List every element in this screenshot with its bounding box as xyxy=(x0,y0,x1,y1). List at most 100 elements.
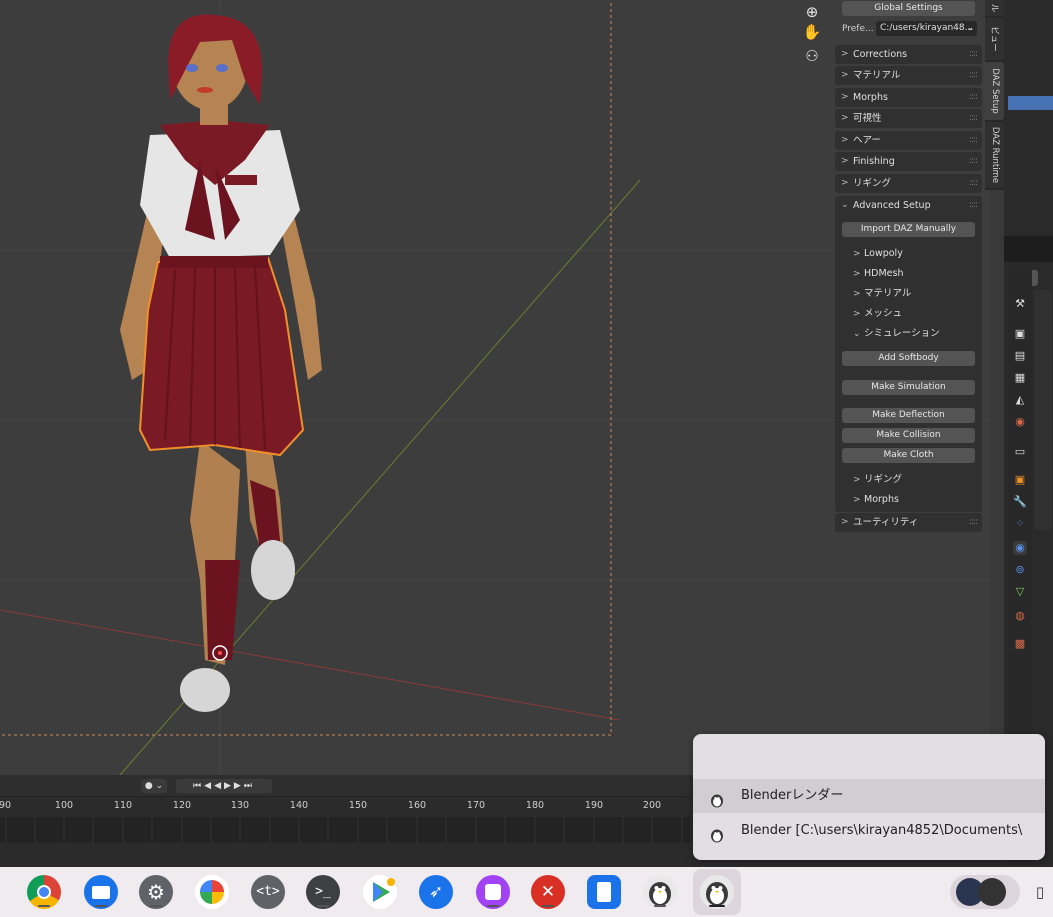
chevron-down-icon: ⌄ xyxy=(966,23,974,33)
tab-label: ル xyxy=(988,3,999,13)
object-icon[interactable]: ▣ xyxy=(1013,473,1027,487)
section-hair[interactable]: > ヘアー:::: xyxy=(835,131,982,150)
frame-ruler[interactable]: 90 100 110 120 130 140 150 160 170 180 1… xyxy=(0,797,690,817)
keyframe-track[interactable] xyxy=(0,817,690,843)
section-morphs[interactable]: > Morphs:::: xyxy=(835,88,982,107)
sub-label: Morphs xyxy=(864,494,899,505)
mesh-data-icon[interactable]: ▽ xyxy=(1013,585,1027,599)
window-item-blender-render[interactable]: Blenderレンダー xyxy=(693,779,1045,813)
texture-icon[interactable]: ▩ xyxy=(1013,637,1027,651)
sub-label: Lowpoly xyxy=(864,248,903,259)
section-material[interactable]: > マテリアル:::: xyxy=(835,66,982,85)
tab-daz-setup[interactable]: DAZ Setup xyxy=(985,62,1004,120)
sub-lowpoly[interactable]: > Lowpoly xyxy=(849,245,982,263)
window-item-label: Blender [C:\users\kirayan4852\Documents\ xyxy=(741,823,1023,838)
chrome-icon[interactable] xyxy=(27,875,61,909)
chevron-right-icon: > xyxy=(853,249,861,259)
holding-space-thumbnail xyxy=(978,878,1006,906)
preferences-path-dropdown[interactable]: C:/users/kirayan48... ⌄ xyxy=(876,21,977,36)
text-editor-icon[interactable]: <t> xyxy=(251,875,285,909)
gallery-icon[interactable] xyxy=(476,875,510,909)
tab-label: DAZ Runtime xyxy=(989,126,1000,184)
global-settings-button[interactable]: Global Settings xyxy=(842,1,975,16)
section-advanced-setup[interactable]: ⌄ Advanced Setup:::: xyxy=(835,196,982,215)
section-rigging[interactable]: > リギング:::: xyxy=(835,174,982,193)
sub-rigging[interactable]: > リギング xyxy=(849,471,982,489)
sub-mesh[interactable]: > メッシュ xyxy=(849,305,982,323)
remote-desktop-icon[interactable]: ✕ xyxy=(531,875,565,909)
sub-material[interactable]: > マテリアル xyxy=(849,285,982,303)
sub-morphs[interactable]: > Morphs xyxy=(849,491,982,509)
section-visibility[interactable]: > 可視性:::: xyxy=(835,109,982,128)
make-cloth-button[interactable]: Make Cloth xyxy=(842,448,975,463)
material-icon[interactable]: ◍ xyxy=(1013,609,1027,623)
render-icon[interactable]: ▣ xyxy=(1013,327,1027,341)
sub-hdmesh[interactable]: > HDMesh xyxy=(849,265,982,283)
section-corrections[interactable]: > Corrections:::: xyxy=(835,45,982,64)
tab-daz-runtime[interactable]: DAZ Runtime xyxy=(985,122,1004,188)
tab-label: DAZ Setup xyxy=(989,68,1000,114)
grip-icon: :::: xyxy=(968,135,978,145)
tab-tool[interactable]: ル xyxy=(985,0,1004,16)
chevron-right-icon: > xyxy=(841,517,849,527)
import-daz-manually-button[interactable]: Import DAZ Manually xyxy=(842,222,975,237)
window-item-blender-main[interactable]: Blender [C:\users\kirayan4852\Documents\ xyxy=(693,814,1045,848)
status-tray[interactable] xyxy=(950,875,1020,909)
world-icon[interactable]: ◉ xyxy=(1013,415,1027,429)
collection-icon[interactable]: ▭ xyxy=(1013,445,1027,459)
scene-icon[interactable]: ◭ xyxy=(1013,393,1027,407)
sub-label: リギング xyxy=(864,474,903,485)
outliner-selected-row[interactable] xyxy=(1008,96,1053,110)
linux-penguin-active-icon[interactable] xyxy=(700,875,734,909)
section-label: Corrections xyxy=(853,49,908,60)
sidebar-tabs: ル ビュー DAZ Setup DAZ Runtime xyxy=(985,0,1004,190)
sub-label: シミュレーション xyxy=(864,328,940,339)
output-icon[interactable]: ▤ xyxy=(1013,349,1027,363)
chevron-right-icon: > xyxy=(853,309,861,319)
timeline-footer xyxy=(0,843,690,867)
grip-icon: :::: xyxy=(968,92,978,102)
chevron-right-icon: > xyxy=(853,289,861,299)
tab-view[interactable]: ビュー xyxy=(985,18,1004,60)
rocket-icon[interactable]: ➶ xyxy=(419,875,453,909)
frame-number: 150 xyxy=(348,800,368,811)
view-layer-icon[interactable]: ▦ xyxy=(1013,371,1027,385)
editor-divider xyxy=(1004,236,1053,262)
phone-hub-icon[interactable]: ▯ xyxy=(1030,881,1050,903)
photos-icon[interactable] xyxy=(195,875,229,909)
linux-penguin-icon xyxy=(709,823,725,843)
linux-penguin-icon[interactable] xyxy=(643,875,677,909)
particles-icon[interactable]: ⁘ xyxy=(1013,517,1027,531)
make-deflection-button[interactable]: Make Deflection xyxy=(842,408,975,423)
play-store-icon[interactable] xyxy=(363,875,397,909)
section-finishing[interactable]: > Finishing:::: xyxy=(835,152,982,171)
files-icon[interactable] xyxy=(84,875,118,909)
frame-number: 200 xyxy=(642,800,662,811)
clipboard-app-icon[interactable] xyxy=(587,875,621,909)
hand-icon[interactable]: ✋ xyxy=(800,20,824,44)
modifier-wrench-icon[interactable]: 🔧 xyxy=(1013,495,1027,509)
x-axis-line xyxy=(0,609,621,721)
constraints-icon[interactable]: ⊚ xyxy=(1013,563,1027,577)
section-label: マテリアル xyxy=(853,70,901,81)
section-label: Morphs xyxy=(853,92,888,103)
section-label: ヘアー xyxy=(853,135,881,146)
tool-icon[interactable]: ⚒ xyxy=(1013,297,1027,311)
settings-icon[interactable]: ⚙ xyxy=(139,875,173,909)
add-softbody-button[interactable]: Add Softbody xyxy=(842,351,975,366)
section-utility[interactable]: > ユーティリティ:::: xyxy=(835,513,982,532)
transport-buttons[interactable]: ⏮◀◀▶▶⏭ xyxy=(176,779,272,793)
sub-simulation[interactable]: ⌄ シミュレーション xyxy=(849,325,982,343)
chevron-down-icon: ⌄ xyxy=(853,329,861,339)
window-switcher-menu: Blenderレンダー Blender [C:\users\kirayan485… xyxy=(693,734,1045,860)
frame-number: 160 xyxy=(407,800,427,811)
camera-icon[interactable]: ⚇ xyxy=(800,44,824,68)
terminal-icon[interactable]: >_ xyxy=(306,875,340,909)
section-label: Finishing xyxy=(853,156,895,167)
make-collision-button[interactable]: Make Collision xyxy=(842,428,975,443)
physics-icon[interactable]: ◉ xyxy=(1013,541,1027,555)
preferences-path-value: C:/users/kirayan48... xyxy=(880,23,974,33)
make-simulation-button[interactable]: Make Simulation xyxy=(842,380,975,395)
frame-number: 180 xyxy=(525,800,545,811)
record-button[interactable]: ● ⌄ xyxy=(141,779,167,793)
